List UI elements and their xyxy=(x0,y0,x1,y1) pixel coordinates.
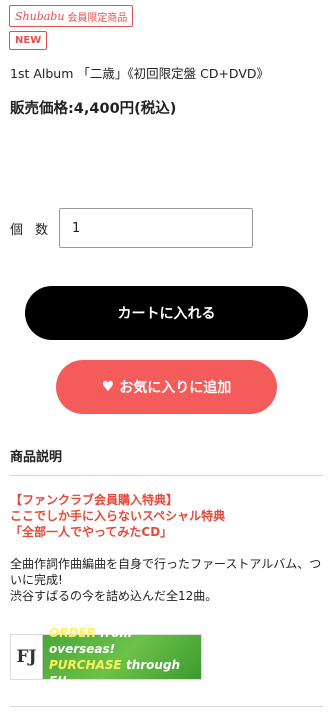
member-badge-brand: Shubabu xyxy=(15,9,65,23)
banner-promo: ORDER from overseas! PURCHASE through FJ… xyxy=(43,626,201,688)
fj-logo-icon: FJ xyxy=(11,635,43,679)
product-title: 1st Album 「二歳」《初回限定盤 CD+DVD》 xyxy=(10,66,270,81)
bottom-divider xyxy=(10,706,323,707)
product-description-text: 全曲作詞作曲編曲を自身で行ったファーストアルバム、ついに完成! 渋谷すばるの今を… xyxy=(10,556,328,604)
highlight-line: ここでしか手に入らないスペシャル特典 xyxy=(10,509,226,523)
description-line: 全曲作詞作曲編曲を自身で行ったファーストアルバム、ついに完成! xyxy=(10,557,322,587)
section-divider xyxy=(10,475,323,476)
new-badge: NEW xyxy=(9,31,48,50)
product-description-heading: 商品説明 xyxy=(10,450,63,465)
member-only-badge: Shubabu 会員限定商品 xyxy=(9,5,134,27)
add-to-cart-label: カートに入れる xyxy=(117,306,216,322)
add-to-cart-button[interactable]: カートに入れる xyxy=(25,286,308,340)
member-badge-label: 会員限定商品 xyxy=(67,12,128,24)
member-bonus-highlight: 【ファンクラブ会員購入特典】 ここでしか手に入らないスペシャル特典 「全部一人で… xyxy=(10,492,225,540)
quantity-input[interactable] xyxy=(59,208,253,248)
product-price: 販売価格:4,400円(税込) xyxy=(10,101,177,117)
add-to-favorites-label: お気に入りに追加 xyxy=(119,380,232,396)
quantity-label: 個数 xyxy=(10,223,61,238)
highlight-line: 【ファンクラブ会員購入特典】 xyxy=(10,493,179,507)
add-to-favorites-button[interactable]: ♥ お気に入りに追加 xyxy=(56,360,277,414)
description-line: 渋谷すばるの今を詰め込んだ全12曲。 xyxy=(10,589,218,603)
heart-icon: ♥ xyxy=(101,379,115,395)
overseas-order-banner[interactable]: FJ ORDER from overseas! PURCHASE through… xyxy=(10,626,202,688)
highlight-line: 「全部一人でやってみたCD」 xyxy=(10,525,173,539)
banner-order-word: ORDER xyxy=(49,626,96,640)
banner-purchase-word: PURCHASE xyxy=(49,658,122,672)
